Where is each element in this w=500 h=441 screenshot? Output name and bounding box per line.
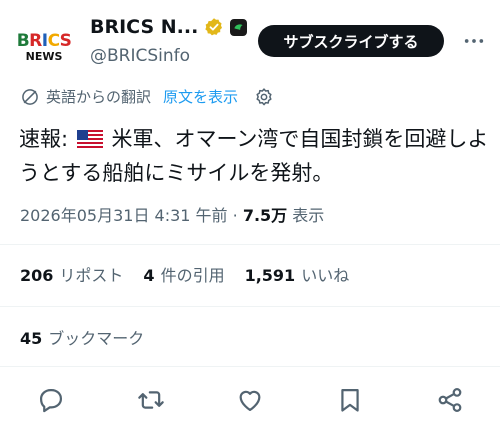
translation-bar: 英語からの翻訳 原文を表示	[20, 86, 274, 107]
reply-icon[interactable]	[37, 386, 65, 414]
translation-label: 英語からの翻訳	[46, 88, 152, 106]
engagement-stats: 206 リポスト 4 件の引用 1,591 いいね	[20, 262, 369, 286]
action-bar	[0, 378, 500, 422]
tweet-header: BRICS NEWS BRICS N... @BRICSinfo サブスクライブ…	[0, 0, 500, 80]
quotes-label: 件の引用	[160, 266, 225, 285]
account-handle[interactable]: @BRICSinfo	[90, 46, 190, 66]
tweet-timestamp[interactable]: 2026年05月31日 4:31 午前	[20, 206, 228, 225]
show-original-link[interactable]: 原文を表示	[163, 86, 238, 107]
share-icon[interactable]	[436, 386, 464, 414]
bookmark-icon[interactable]	[336, 386, 364, 414]
likes-label: いいね	[301, 266, 350, 285]
account-name-row: BRICS N...	[90, 16, 248, 38]
translate-icon	[22, 88, 38, 105]
heart-icon[interactable]	[236, 386, 264, 414]
gear-icon[interactable]	[254, 87, 274, 107]
likes-count: 1,591	[244, 266, 296, 285]
bookmarks-count: 45	[20, 329, 43, 348]
bookmarks-label: ブックマーク	[48, 329, 145, 348]
divider	[0, 366, 500, 367]
verified-badge-icon[interactable]	[204, 17, 224, 37]
divider	[0, 306, 500, 307]
likes-stat[interactable]: 1,591 いいね	[245, 262, 350, 286]
avatar-news-label: NEWS	[25, 50, 63, 63]
reposts-label: リポスト	[59, 266, 124, 285]
reposts-count: 206	[20, 266, 54, 285]
views-count: 7.5万	[242, 206, 288, 225]
bookmarks-stat[interactable]: 45 ブックマーク	[20, 325, 144, 349]
us-flag-icon	[76, 130, 103, 148]
affiliate-badge-icon[interactable]	[230, 18, 248, 36]
reposts-stat[interactable]: 206 リポスト	[20, 262, 123, 286]
tweet-text: 速報: 米軍、オマーン湾で自国封鎖を回避しようとする船舶にミサイルを発射。	[19, 122, 489, 190]
tweet-prefix: 速報:	[19, 127, 69, 151]
account-name[interactable]: BRICS N...	[90, 16, 198, 38]
repost-icon[interactable]	[137, 386, 165, 414]
subscribe-button[interactable]: サブスクライブする	[258, 25, 444, 57]
avatar[interactable]: BRICS NEWS	[14, 18, 74, 78]
quotes-stat[interactable]: 4 件の引用	[143, 262, 224, 286]
more-dots-icon[interactable]	[463, 30, 485, 52]
views-label: 表示	[292, 206, 325, 225]
meta-separator: ·	[232, 206, 238, 225]
divider	[0, 244, 500, 245]
tweet-meta: 2026年05月31日 4:31 午前 · 7.5万 表示	[20, 202, 324, 226]
avatar-brics-logo: BRICS	[16, 31, 72, 51]
quotes-count: 4	[143, 266, 155, 285]
